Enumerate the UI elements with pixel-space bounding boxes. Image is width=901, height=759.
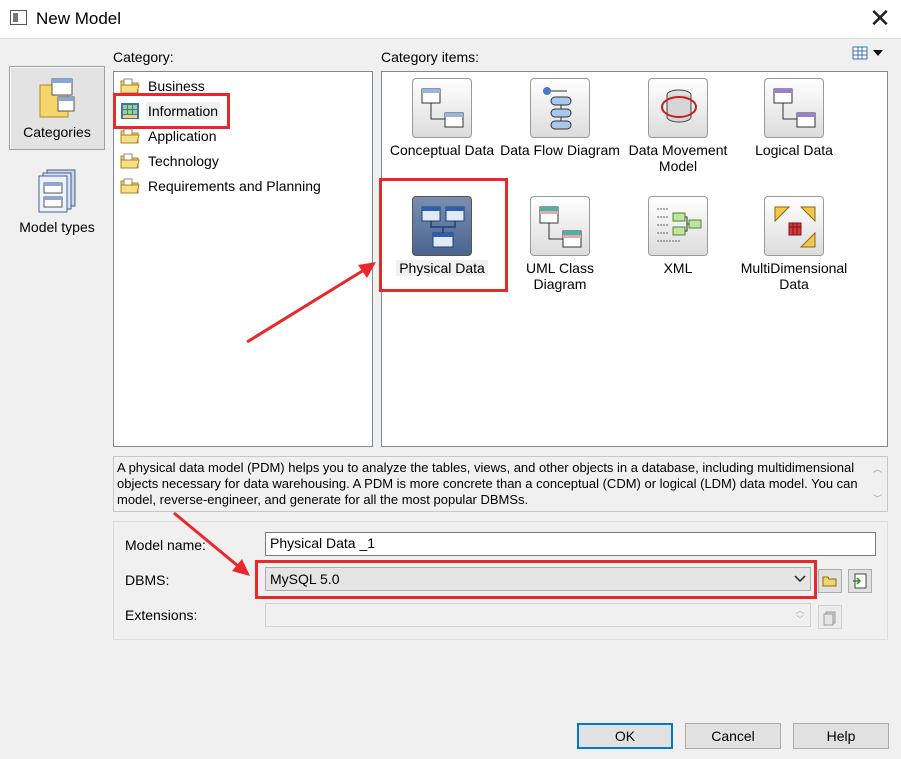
- cancel-button[interactable]: Cancel: [685, 723, 781, 749]
- category-items-panel[interactable]: Conceptual Data Data Flow Diagram Data M…: [381, 71, 888, 447]
- dbms-selected-value: MySQL 5.0: [270, 571, 340, 587]
- scroll-down-icon[interactable]: ﹀: [873, 491, 882, 507]
- item-conceptual-data[interactable]: Conceptual Data: [382, 78, 502, 158]
- folder-icon: [120, 128, 140, 144]
- item-label-data-flow: Data Flow Diagram: [500, 142, 620, 158]
- information-folder-icon: [121, 103, 139, 119]
- category-label: Category:: [113, 49, 174, 65]
- model-types-icon: [38, 169, 76, 213]
- help-button[interactable]: Help: [793, 723, 889, 749]
- title-divider: [0, 38, 901, 39]
- window-title: New Model: [36, 9, 122, 28]
- folder-icon: [120, 78, 140, 94]
- description-scrollbar[interactable]: ︿ ﹀: [870, 457, 887, 511]
- category-item-requirements[interactable]: Requirements and Planning: [120, 175, 323, 197]
- data-movement-icon: [648, 78, 708, 138]
- window-icon: [10, 10, 27, 25]
- item-label-logical-data: Logical Data: [755, 142, 833, 158]
- category-list[interactable]: Business Information Application Technol…: [113, 71, 373, 447]
- conceptual-data-icon: [412, 78, 472, 138]
- category-item-business[interactable]: Business: [120, 75, 207, 97]
- data-flow-icon: [530, 78, 590, 138]
- extensions-browse-button[interactable]: [818, 605, 842, 629]
- logical-data-icon: [764, 78, 824, 138]
- item-uml-class-diagram[interactable]: UML Class Diagram: [500, 196, 620, 292]
- model-types-view-button[interactable]: Model types: [9, 160, 105, 244]
- list-view-icon: [852, 46, 883, 60]
- browse-dbms-button[interactable]: [818, 569, 842, 593]
- item-label-conceptual-data: Conceptual Data: [389, 142, 495, 158]
- category-item-technology[interactable]: Technology: [120, 150, 221, 172]
- xml-icon: [648, 196, 708, 256]
- extensions-spinner[interactable]: ︿ ﹀: [793, 606, 807, 626]
- model-description: A physical data model (PDM) helps you to…: [113, 456, 888, 512]
- model-types-view-label: Model types: [19, 219, 95, 235]
- dbms-label: DBMS:: [125, 572, 170, 588]
- folder-icon: [120, 153, 140, 169]
- category-label-requirements: Requirements and Planning: [148, 178, 321, 194]
- open-folder-icon: [822, 576, 837, 587]
- uml-class-icon: [530, 196, 590, 256]
- item-logical-data[interactable]: Logical Data: [734, 78, 854, 158]
- view-mode-dropdown[interactable]: [852, 44, 886, 62]
- extensions-label: Extensions:: [125, 607, 198, 623]
- folder-icon: [120, 178, 140, 194]
- item-label-data-movement: Data Movement Model: [628, 142, 728, 174]
- item-label-xml: XML: [663, 260, 693, 276]
- item-multidimensional-data[interactable]: MultiDimensional Data: [734, 196, 854, 292]
- dbms-select[interactable]: MySQL 5.0: [265, 567, 811, 591]
- category-label-information: Information: [146, 102, 221, 120]
- categories-view-button[interactable]: Categories: [9, 66, 105, 150]
- item-data-movement-model[interactable]: Data Movement Model: [618, 78, 738, 174]
- ok-button[interactable]: OK: [577, 723, 673, 749]
- spinner-down-icon[interactable]: ﹀: [793, 615, 807, 624]
- chevron-down-icon: [794, 575, 806, 583]
- categories-view-label: Categories: [23, 124, 91, 140]
- dbms-properties-button[interactable]: [848, 569, 872, 593]
- spinner-up-icon[interactable]: ︿: [793, 606, 807, 615]
- close-button[interactable]: ✕: [866, 4, 894, 32]
- extension-icon: [823, 611, 836, 626]
- title-bar: [0, 0, 901, 38]
- extensions-input[interactable]: [265, 603, 811, 627]
- item-data-flow-diagram[interactable]: Data Flow Diagram: [500, 78, 620, 158]
- model-name-label: Model name:: [125, 537, 206, 553]
- physical-data-icon: [412, 196, 472, 256]
- category-item-information[interactable]: Information: [120, 100, 221, 122]
- item-physical-data[interactable]: Physical Data: [382, 196, 502, 276]
- category-label-technology: Technology: [148, 153, 219, 169]
- category-items-label: Category items:: [381, 49, 480, 65]
- model-name-input[interactable]: Physical Data _1: [265, 532, 876, 556]
- category-item-application[interactable]: Application: [120, 125, 219, 147]
- description-text: A physical data model (PDM) helps you to…: [117, 460, 858, 507]
- item-label-physical-data: Physical Data: [396, 260, 488, 276]
- item-label-multidimensional: MultiDimensional Data: [740, 260, 848, 292]
- properties-icon: [853, 573, 867, 589]
- item-label-uml-class: UML Class Diagram: [526, 260, 594, 292]
- category-label-business: Business: [148, 78, 205, 94]
- categories-icon: [39, 78, 75, 118]
- scroll-up-icon[interactable]: ︿: [873, 461, 882, 477]
- multidimensional-icon: [764, 196, 824, 256]
- category-label-application: Application: [148, 128, 217, 144]
- item-xml[interactable]: XML: [618, 196, 738, 276]
